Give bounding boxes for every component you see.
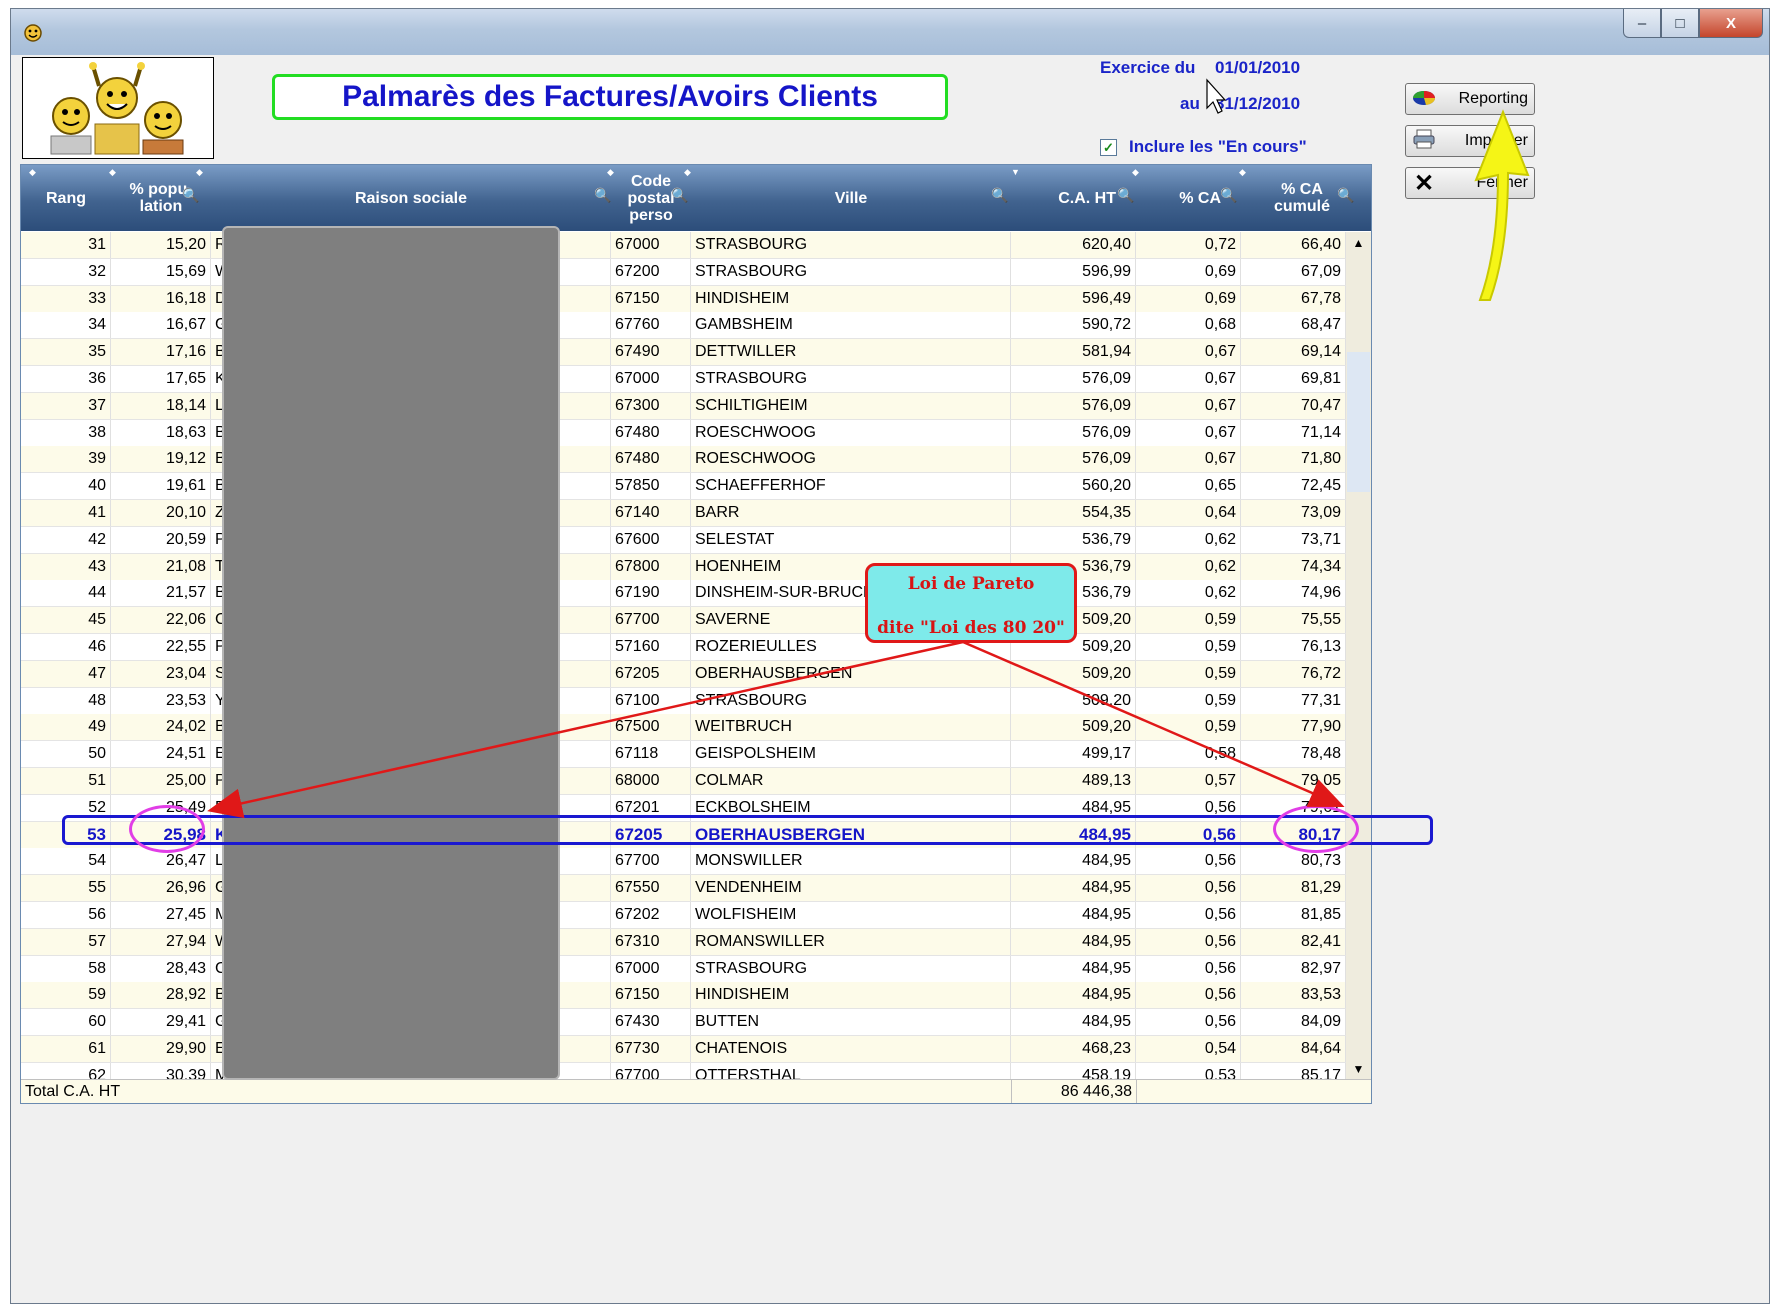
pareto-callout-subtitle: dite "Loi des 80 20" bbox=[877, 618, 1065, 638]
pareto-callout: Loi de Pareto dite "Loi des 80 20" bbox=[865, 563, 1077, 643]
arrow-to-population bbox=[207, 640, 964, 819]
pareto-callout-title: Loi de Pareto bbox=[907, 574, 1035, 594]
yellow-pointer-arrow bbox=[1474, 109, 1530, 301]
arrow-to-cumul bbox=[962, 640, 1345, 807]
pareto-arrows bbox=[207, 109, 1530, 819]
